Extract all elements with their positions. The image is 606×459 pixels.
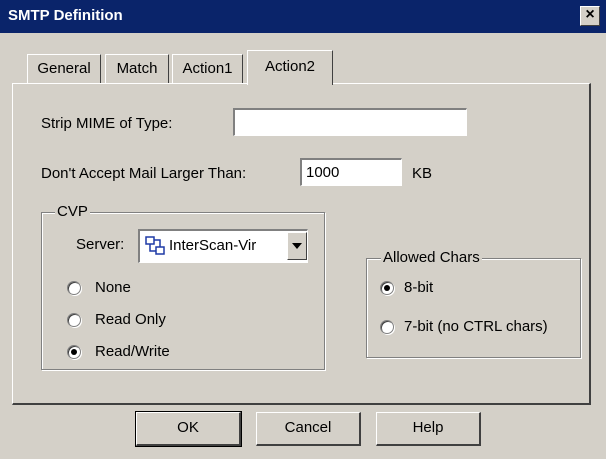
allowed-chars-7bit-label: 7-bit (no CTRL chars) — [404, 318, 548, 335]
cvp-read-write-radio[interactable] — [67, 345, 81, 359]
allowed-chars-7bit-radio[interactable] — [380, 320, 394, 334]
close-icon[interactable]: × — [580, 6, 600, 26]
tab-action2[interactable]: Action2 — [247, 50, 333, 85]
strip-mime-label: Strip MIME of Type: — [41, 115, 173, 132]
max-size-label: Don't Accept Mail Larger Than: — [41, 165, 247, 182]
tab-general[interactable]: General — [27, 54, 101, 84]
cvp-read-only-label: Read Only — [95, 311, 166, 328]
cvp-read-write-label: Read/Write — [95, 343, 170, 360]
allowed-chars-title: Allowed Chars — [381, 249, 482, 266]
help-button[interactable]: Help — [376, 412, 481, 446]
title-bar: SMTP Definition × — [0, 0, 606, 33]
tab-match[interactable]: Match — [105, 54, 169, 84]
max-size-input[interactable]: 1000 — [300, 158, 402, 186]
dropdown-arrow-icon[interactable] — [287, 232, 307, 260]
server-label: Server: — [76, 236, 125, 253]
cvp-read-only-radio[interactable] — [67, 313, 81, 327]
server-select[interactable]: InterScan-Vir — [138, 229, 308, 263]
cvp-none-label: None — [95, 279, 131, 296]
window-title: SMTP Definition — [8, 7, 123, 24]
allowed-chars-8bit-label: 8-bit — [404, 279, 434, 296]
allowed-chars-8bit-radio[interactable] — [380, 281, 394, 295]
cvp-none-radio[interactable] — [67, 281, 81, 295]
cvp-group-title: CVP — [55, 203, 90, 220]
server-select-value: InterScan-Vir — [169, 237, 257, 254]
max-size-unit: KB — [412, 165, 433, 182]
allowed-chars-group — [366, 258, 581, 358]
ok-button[interactable]: OK — [135, 411, 242, 447]
strip-mime-input[interactable] — [233, 108, 467, 136]
tab-action1[interactable]: Action1 — [172, 54, 243, 84]
server-network-icon — [144, 235, 166, 257]
cancel-button[interactable]: Cancel — [256, 412, 361, 446]
